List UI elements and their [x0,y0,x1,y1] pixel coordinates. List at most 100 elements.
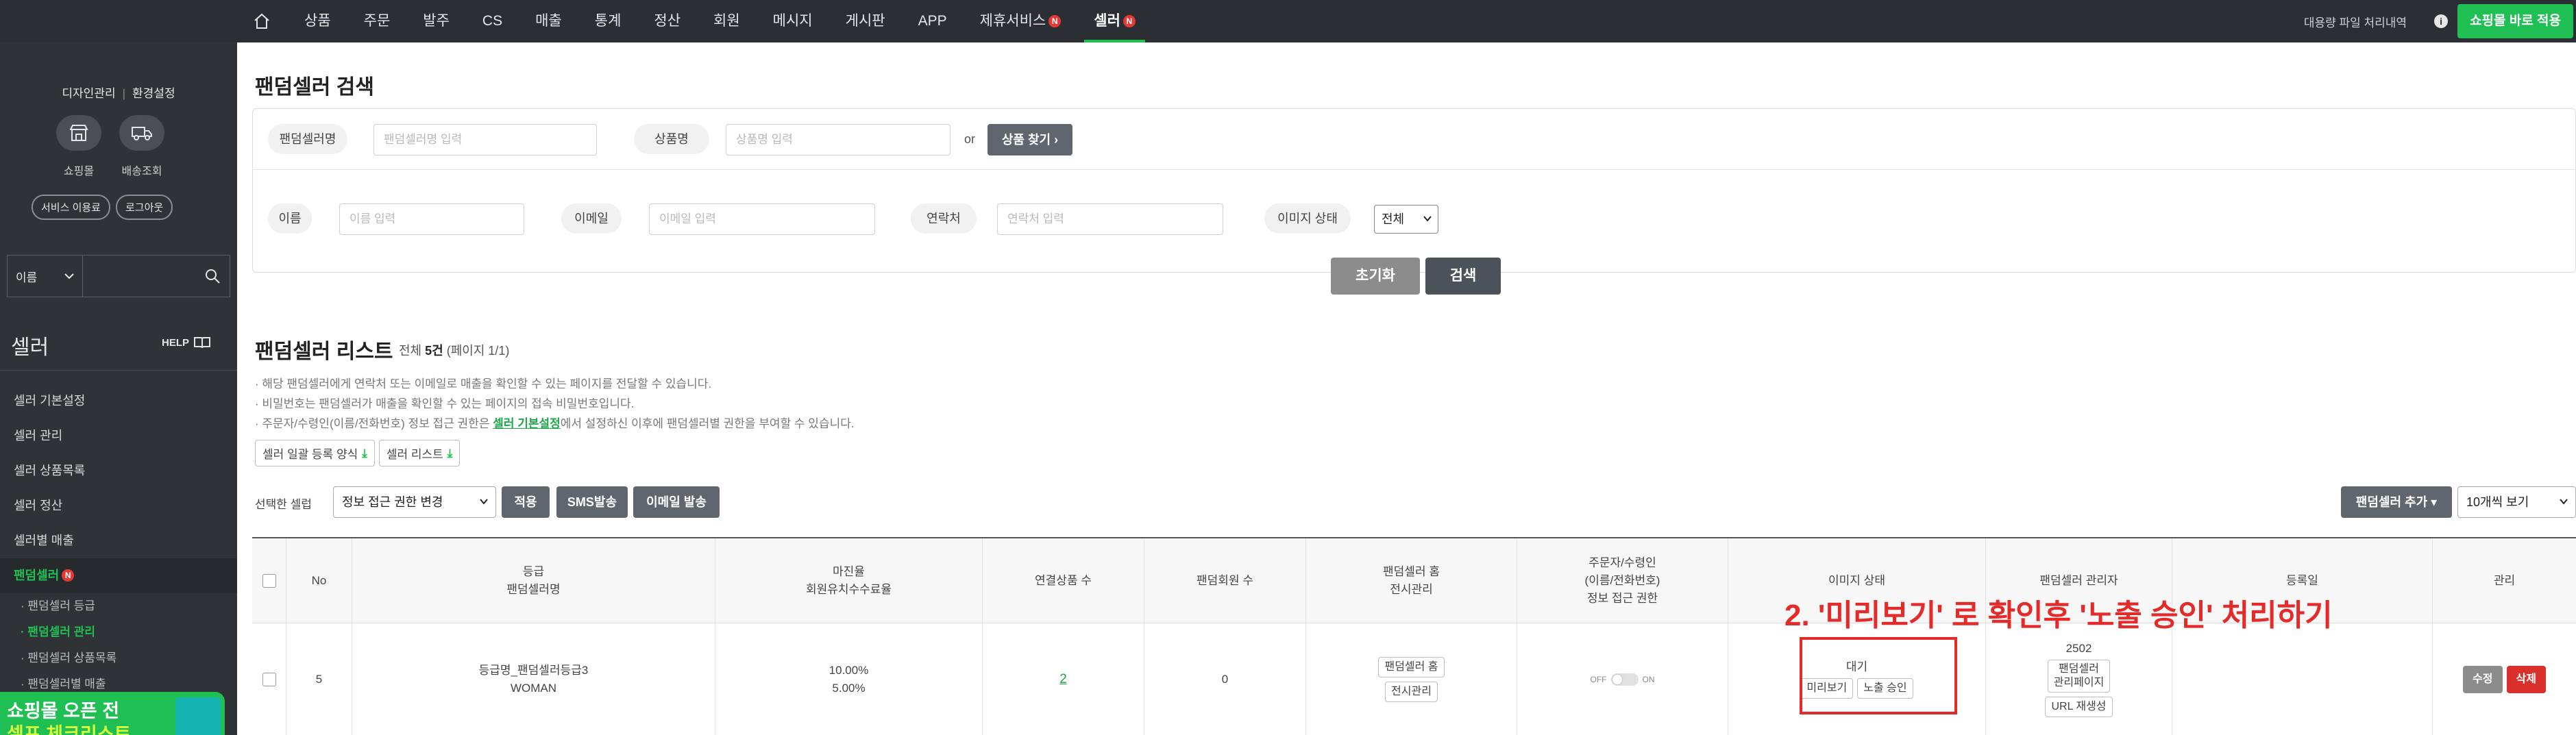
seller-name-input[interactable]: 팬덤셀러명 입력 [373,124,597,155]
email-label: 이메일 [561,203,622,234]
delivery-truck-icon[interactable] [119,115,164,151]
add-seller-button[interactable]: 팬덤셀러 추가 ▾ [2341,486,2452,518]
delivery-label: 배송조회 [121,166,162,177]
count-value: 5건 [425,344,443,358]
display-management-button[interactable]: 전시관리 [1385,682,1438,702]
menu-members[interactable]: 회원 [697,0,757,42]
toggle-track [1610,673,1639,686]
access-toggle[interactable]: OFF ON [1591,671,1655,688]
row-grade-name: 등급명_팬덤셀러등급3 [478,664,589,677]
linked-products-link[interactable]: 2 [1059,671,1067,688]
image-status-value: 전체 [1382,212,1405,226]
menu-orders[interactable]: 주문 [347,0,407,42]
header-line: 마진율 [833,564,865,578]
header-line: 등급 [522,564,545,578]
seller-home-button[interactable]: 팬덤셀러 홈 [1378,657,1445,677]
manager-page-line2: 관리페이지 [2053,677,2105,688]
toggle-off-label: OFF [1590,675,1607,684]
phone-input[interactable]: 연락처 입력 [997,203,1223,235]
header-line: (이름/전화번호) [1584,573,1660,587]
reset-button[interactable]: 초기화 [1331,258,1420,295]
menu-products[interactable]: 상품 [288,0,347,42]
divider: | [122,87,126,100]
per-page-select[interactable]: 10개씩 보기 [2457,486,2576,518]
header-linked-products: 연결상품 수 [983,538,1144,623]
send-email-button[interactable]: 이메일 발송 [633,486,720,518]
sidebar-item-seller-settings[interactable]: 셀러 기본설정 [0,384,237,419]
sidebar-subitem-management[interactable]: · 팬덤셀러 관리 [21,619,237,645]
note-prefix: · 주문자/수령인(이름/전화번호) 정보 접근 권한은 [255,417,493,430]
sidebar-section-title: 셀러 [11,336,49,359]
sidebar-item-seller-products[interactable]: 셀러 상품목록 [0,453,237,488]
sidebar-item-seller-settlement[interactable]: 셀러 정산 [0,488,237,523]
row-grade: 등급명_팬덤셀러등급3 WOMAN [352,623,715,735]
send-sms-button[interactable]: SMS발송 [556,486,628,518]
bulk-action-select[interactable]: 정보 접근 권한 변경 [333,486,496,518]
name-input[interactable]: 이름 입력 [339,203,524,235]
row-fee-rate: 5.00% [832,682,866,695]
seller-list-download-button[interactable]: 셀러 리스트 ⤓ [378,440,461,466]
sidebar-submenu: · 팬덤셀러 등급 · 팬덤셀러 관리 · 팬덤셀러 상품목록 · 팬덤셀러별 … [0,593,237,697]
delete-button[interactable]: 삭제 [2506,666,2546,693]
apply-to-shop-button[interactable]: 쇼핑몰 바로 적용 [2457,4,2573,38]
self-checklist-banner[interactable]: 쇼핑몰 오픈 전 셀프 체크리스트 [0,692,225,735]
seller-settings-link[interactable]: 셀러 기본설정 [493,417,561,430]
menu-statistics[interactable]: 통계 [578,0,638,42]
home-icon[interactable] [247,0,277,42]
info-icon[interactable]: i [2434,14,2449,28]
sidebar-item-random-seller[interactable]: 팬덤셀러 N [0,558,237,593]
note-line: · 주문자/수령인(이름/전화번호) 정보 접근 권한은 셀러 기본설정에서 설… [255,414,855,434]
header-no: No [286,538,352,623]
logout-button[interactable]: 로그아웃 [115,195,173,220]
header-line: 팬덤셀러 홈 [1383,564,1440,578]
menu-sales[interactable]: 매출 [519,0,578,42]
sidebar-item-seller-management[interactable]: 셀러 관리 [0,419,237,453]
phone-label: 연락처 [911,203,977,234]
design-management-link[interactable]: 디자인관리 [62,87,115,100]
top-right-actions: 대용량 파일 처리내역 i 쇼핑몰 바로 적용 [2304,0,2576,42]
menu-settlement[interactable]: 정산 [637,0,697,42]
menu-board[interactable]: 게시판 [829,0,902,42]
row-checkbox[interactable] [262,673,276,686]
menu-partner-services[interactable]: 제휴서비스 N [964,0,1078,42]
apply-action-button[interactable]: 적용 [502,486,550,518]
service-fee-button[interactable]: 서비스 이용료 [32,195,110,220]
image-status-select[interactable]: 전체 [1374,205,1438,234]
annotation-text: 2. '미리보기' 로 확인후 '노출 승인' 처리하기 [1784,599,2333,632]
menu-cs[interactable]: CS [466,0,519,42]
header-manage: 관리 [2493,573,2516,587]
chevron-down-icon [480,499,488,505]
note-suffix: 에서 설정하신 이후에 팬덤셀러별 권한을 부여할 수 있습니다. [560,417,855,430]
menu-purchase-orders[interactable]: 발주 [406,0,466,42]
settings-link[interactable]: 환경설정 [132,87,175,100]
row-linked-products: 2 [983,623,1144,735]
new-badge: N [1123,15,1136,27]
find-product-button[interactable]: 상품 찾기 › [988,124,1072,155]
sidebar-subitem-products[interactable]: · 팬덤셀러 상품목록 [21,645,237,671]
sidebar-subitem-grade[interactable]: · 팬덤셀러 등급 [21,593,237,619]
bulk-action-value: 정보 접근 권한 변경 [342,495,443,509]
shop-icon[interactable] [56,115,101,151]
download-icon: ⤓ [447,446,453,460]
menu-seller[interactable]: 셀러 N [1077,0,1152,42]
row-seller-name: WOMAN [510,682,557,695]
sidebar-item-seller-sales[interactable]: 셀러별 매출 [0,523,237,558]
menu-app[interactable]: APP [902,0,964,42]
bulk-register-template-button[interactable]: 셀러 일괄 등록 양식 ⤓ [255,440,375,466]
search-button[interactable]: 검색 [1425,258,1501,295]
sidebar-search-type-select[interactable]: 이름 [8,256,83,297]
email-input[interactable]: 이메일 입력 [649,203,875,235]
header-line: 주문자/수령인 [1588,556,1656,569]
select-all-checkbox[interactable] [262,573,276,588]
edit-button[interactable]: 수정 [2463,666,2503,693]
row-seller-home: 팬덤셀러 홈 전시관리 [1306,623,1517,735]
menu-messages[interactable]: 메시지 [757,0,829,42]
bulk-file-history-link[interactable]: 대용량 파일 처리내역 [2304,13,2407,30]
header-line: 팬덤셀러명 [506,582,561,596]
sidebar-top-links: 디자인관리 | 환경설정 [0,84,237,101]
url-regenerate-button[interactable]: URL 재생성 [2045,697,2113,717]
help-link[interactable]: HELP [162,336,211,349]
search-icon[interactable] [195,256,230,297]
product-name-input[interactable]: 상품명 입력 [726,124,950,155]
manager-page-button[interactable]: 팬덤셀러 관리페이지 [2047,660,2111,693]
